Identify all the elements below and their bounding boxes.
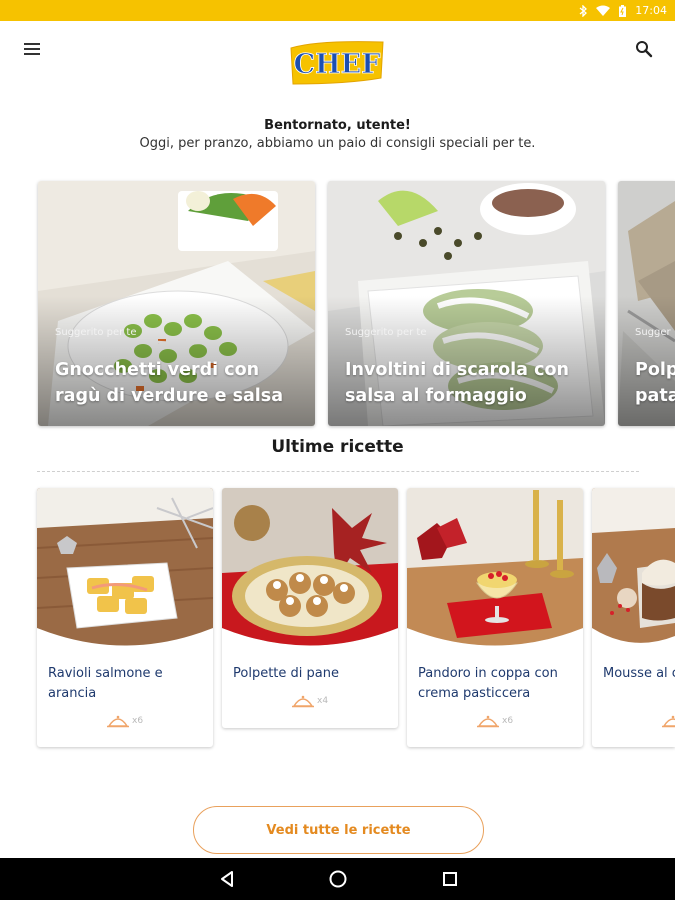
- serves-count: x4: [317, 696, 329, 706]
- welcome-subtitle: Oggi, per pranzo, abbiamo un paio di con…: [139, 136, 536, 151]
- serves-indicator: x6: [477, 714, 513, 728]
- search-icon: [636, 41, 653, 58]
- welcome-title: Bentornato, utente!: [264, 118, 411, 133]
- suggested-tag: Suggerito per te: [55, 327, 137, 338]
- recents-button[interactable]: [437, 867, 463, 891]
- suggested-recipe-card[interactable]: Sugger Polp pata: [618, 181, 675, 426]
- suggested-title-line: pata: [635, 386, 675, 406]
- recipe-card[interactable]: Polpette di pane x4: [222, 488, 398, 728]
- welcome-message: Bentornato, utente! Oggi, per pranzo, ab…: [0, 117, 675, 153]
- battery-icon: [619, 4, 627, 17]
- home-circle-icon: [329, 870, 347, 888]
- wifi-icon: [596, 5, 611, 16]
- recipe-photo: [407, 488, 583, 653]
- serves-indicator: x6: [107, 714, 143, 728]
- system-navigation-bar: [0, 858, 675, 900]
- serves-count: x6: [132, 716, 144, 726]
- suggested-tag: Suggerito per te: [345, 327, 427, 338]
- recipe-title: Pandoro in coppa con crema pasticcera: [418, 666, 558, 701]
- suggested-title: Gnocchetti verdi con ragù di verdure e s…: [55, 357, 295, 409]
- suggested-title-line: Involtini di scarola con: [345, 360, 569, 380]
- suggested-title: Involtini di scarola con salsa al formag…: [345, 357, 585, 409]
- suggested-recipe-card[interactable]: Suggerito per te Gnocchetti verdi con ra…: [38, 181, 315, 426]
- recipe-card[interactable]: Pandoro in coppa con crema pasticcera x6: [407, 488, 583, 747]
- section-title: Ultime ricette: [271, 437, 404, 457]
- status-time: 17:04: [635, 4, 667, 17]
- suggested-title-line: ragù di verdure e salsa: [55, 386, 284, 406]
- home-button[interactable]: [325, 867, 351, 891]
- hamburger-menu-icon: [24, 43, 40, 55]
- bluetooth-icon: [579, 4, 588, 17]
- section-divider: [37, 471, 639, 472]
- serves-indicator: [662, 714, 675, 728]
- recipe-title: Ravioli salmone e arancia: [48, 666, 163, 701]
- status-bar: 17:04: [0, 0, 675, 21]
- status-icons: 17:04: [579, 3, 667, 18]
- suggested-title-line: Gnocchetti verdi con: [55, 360, 260, 380]
- recipe-photo: [592, 488, 675, 653]
- cloche-icon: [107, 715, 129, 728]
- cloche-icon: [292, 695, 314, 708]
- back-triangle-icon: [221, 871, 233, 887]
- logo-text: CHEF: [294, 49, 381, 80]
- recipe-card[interactable]: Mousse al c peperoncin: [592, 488, 675, 747]
- recipe-photo: [222, 488, 398, 653]
- recents-square-icon: [443, 872, 457, 886]
- recipe-title: Polpette di pane: [233, 666, 339, 681]
- recipe-card[interactable]: Ravioli salmone e arancia x6: [37, 488, 213, 747]
- suggested-recipe-card[interactable]: Suggerito per te Involtini di scarola co…: [328, 181, 605, 426]
- serves-indicator: x4: [292, 694, 328, 708]
- recipe-photo: [37, 488, 213, 653]
- suggested-title-line: Polp: [635, 360, 675, 380]
- suggested-title-line: salsa al formaggio: [345, 386, 527, 406]
- cloche-icon: [662, 715, 675, 728]
- menu-button[interactable]: [16, 33, 48, 65]
- back-button[interactable]: [214, 867, 240, 891]
- chef-logo[interactable]: CHEF: [287, 38, 387, 88]
- suggested-tag: Sugger: [635, 327, 671, 338]
- view-all-recipes-button[interactable]: Vedi tutte le ricette: [193, 806, 484, 854]
- app-bar: CHEF: [0, 21, 675, 95]
- serves-count: x6: [502, 716, 514, 726]
- suggested-title: Polp pata: [635, 357, 675, 409]
- recipe-title: Mousse al c peperoncin: [603, 666, 675, 681]
- cloche-icon: [477, 715, 499, 728]
- search-button[interactable]: [628, 33, 660, 65]
